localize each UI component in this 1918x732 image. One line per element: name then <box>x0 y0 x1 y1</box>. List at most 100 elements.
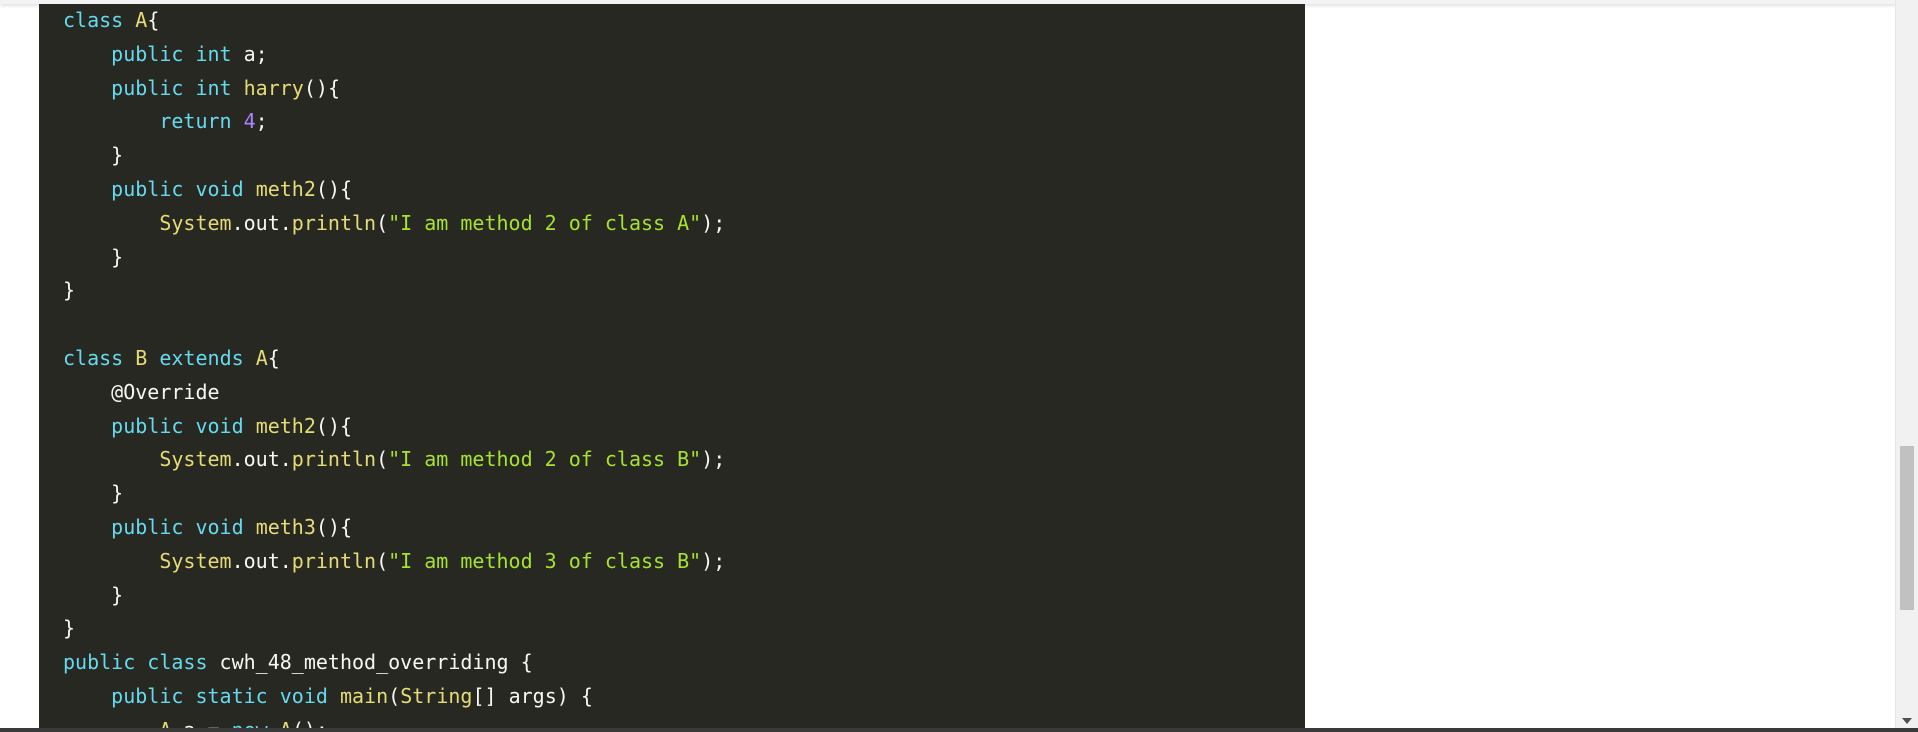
code-token: println <box>291 447 377 472</box>
code-token: { <box>267 345 280 370</box>
code-line: System.out.println("I am method 2 of cla… <box>63 207 1305 241</box>
code-line: return 4; <box>63 105 1305 139</box>
code-token: public <box>111 176 184 201</box>
code-token: System <box>159 447 232 472</box>
code-line: public void meth3(){ <box>63 511 1305 545</box>
code-token: } <box>63 481 124 506</box>
code-token: A <box>280 718 292 728</box>
code-token: public <box>111 75 184 100</box>
code-line: System.out.println("I am method 2 of cla… <box>63 443 1305 477</box>
code-token: println <box>291 210 377 235</box>
code-token: (){ <box>315 413 353 438</box>
code-token: class <box>63 345 124 370</box>
code-block[interactable]: class A{ public int a; public int harry(… <box>39 4 1305 728</box>
code-token: } <box>63 143 124 168</box>
chevron-down-icon[interactable] <box>1902 718 1912 724</box>
code-token: "I am method 3 of class B" <box>388 548 702 573</box>
code-line: } <box>63 241 1305 275</box>
code-token: "I am method 2 of class B" <box>388 447 702 472</box>
code-token: void <box>195 176 244 201</box>
code-line: @Override <box>63 376 1305 410</box>
code-token: meth2 <box>255 176 316 201</box>
code-line: System.out.println("I am method 3 of cla… <box>63 545 1305 579</box>
code-token: B <box>135 345 148 370</box>
code-token: ( <box>376 447 389 472</box>
code-token: ); <box>701 548 726 573</box>
code-token: public <box>111 413 184 438</box>
code-token: } <box>63 244 124 269</box>
bottom-edge-bar <box>0 728 1918 732</box>
code-token: extends <box>159 345 244 370</box>
code-line: public int harry(){ <box>63 72 1305 106</box>
code-token: ); <box>701 447 726 472</box>
code-token: cwh_48_method_overriding { <box>207 650 533 675</box>
code-line: } <box>63 612 1305 646</box>
code-token: 4 <box>243 109 256 134</box>
code-token: ( <box>376 210 389 235</box>
code-token: int <box>195 41 232 66</box>
code-token: class <box>147 650 208 675</box>
code-token: "I am method 2 of class A" <box>388 210 702 235</box>
code-line: public static void main(String[] args) { <box>63 680 1305 714</box>
code-line: public int a; <box>63 38 1305 72</box>
code-line: } <box>63 274 1305 308</box>
vertical-scrollbar[interactable] <box>1895 0 1918 728</box>
code-token: A <box>255 345 268 370</box>
code-token: ( <box>388 683 401 708</box>
code-token: [] args) { <box>472 683 593 708</box>
code-token: ( <box>376 548 389 573</box>
scrollbar-thumb[interactable] <box>1900 446 1914 610</box>
code-token: int <box>195 75 232 100</box>
code-token: A <box>135 8 148 32</box>
code-token: A <box>159 718 171 728</box>
code-line: public void meth2(){ <box>63 410 1305 444</box>
code-line: } <box>63 139 1305 173</box>
code-token: return <box>159 109 232 134</box>
code-line: public class cwh_48_method_overriding { <box>63 646 1305 680</box>
code-token: void <box>279 683 328 708</box>
code-token: meth2 <box>255 413 316 438</box>
code-token: } <box>63 616 76 641</box>
code-line: A a = new A(); <box>63 714 1305 728</box>
code-token: a = <box>171 718 231 728</box>
code-token: (); <box>292 718 328 728</box>
code-token: println <box>291 548 377 573</box>
code-token: ; <box>255 109 268 134</box>
code-line: } <box>63 579 1305 613</box>
code-token: void <box>195 413 244 438</box>
code-token: } <box>63 582 124 607</box>
code-token: .out. <box>231 447 292 472</box>
code-token: String <box>400 683 473 708</box>
code-token: (){ <box>315 176 353 201</box>
code-token: System <box>159 548 232 573</box>
code-token: } <box>63 278 76 303</box>
code-token: static <box>195 683 268 708</box>
code-line: class B extends A{ <box>63 342 1305 376</box>
code-token: main <box>339 683 389 708</box>
code-content: class A{ public int a; public int harry(… <box>39 4 1305 728</box>
code-token: harry <box>243 75 304 100</box>
code-line: public void meth2(){ <box>63 173 1305 207</box>
code-token: class <box>63 8 124 32</box>
code-token: { <box>147 8 160 32</box>
